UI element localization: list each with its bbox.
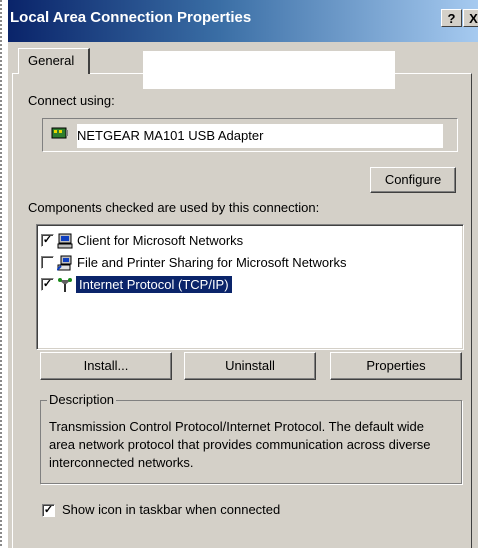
client-label: Client for Microsoft Networks <box>77 233 244 248</box>
help-button[interactable]: ? <box>441 9 462 27</box>
tab-general[interactable]: General <box>18 48 90 74</box>
show-icon-checkbox[interactable]: ✓ <box>42 504 55 517</box>
install-button[interactable]: Install... <box>40 352 172 380</box>
description-text: Transmission Control Protocol/Internet P… <box>49 419 431 470</box>
adapter-name: NETGEAR MA101 USB Adapter <box>77 128 264 143</box>
uninstall-button[interactable]: Uninstall <box>184 352 316 380</box>
client-checkbox[interactable]: ✓ <box>41 234 54 247</box>
description-title: Description <box>47 392 117 407</box>
components-list[interactable]: ✓ Client for Microsoft Networks File and… <box>36 224 464 350</box>
file-sharing-checkbox[interactable] <box>41 256 54 269</box>
dotted-border <box>0 0 2 548</box>
close-button[interactable]: X <box>463 9 478 27</box>
network-adapter-icon <box>51 127 68 139</box>
title-bar[interactable]: Local Area Connection Properties ? X <box>8 0 478 42</box>
show-icon-label[interactable]: Show icon in taskbar when connected <box>62 502 280 517</box>
network-client-icon <box>57 233 73 249</box>
tcpip-label: Internet Protocol (TCP/IP) <box>76 276 232 293</box>
connect-using-label: Connect using: <box>28 93 115 108</box>
components-label: Components checked are used by this conn… <box>28 200 320 215</box>
properties-button[interactable]: Properties <box>330 352 462 380</box>
file-sharing-label: File and Printer Sharing for Microsoft N… <box>77 255 347 270</box>
tcpip-checkbox[interactable]: ✓ <box>41 278 54 291</box>
window-title: Local Area Connection Properties <box>10 9 252 26</box>
adapter-box: NETGEAR MA101 USB Adapter <box>42 118 458 152</box>
adapter-name-field: NETGEAR MA101 USB Adapter <box>77 124 443 148</box>
protocol-icon <box>58 278 72 292</box>
configure-button[interactable]: Configure <box>370 167 456 193</box>
tab-general-label: General <box>28 53 75 68</box>
file-printer-sharing-icon <box>57 255 72 271</box>
properties-dialog: Local Area Connection Properties ? X Gen… <box>8 0 478 548</box>
description-group: Description Transmission Control Protoco… <box>40 392 462 484</box>
